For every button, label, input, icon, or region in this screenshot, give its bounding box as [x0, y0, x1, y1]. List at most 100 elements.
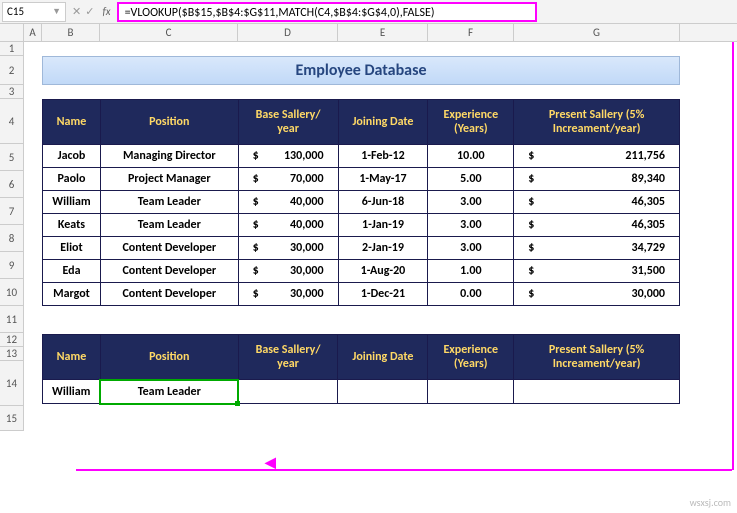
row-header[interactable]: 3 [0, 85, 23, 99]
cell-experience[interactable]: 3.00 [428, 237, 514, 260]
name-box-value: C15 [7, 5, 24, 18]
table-row: KeatsTeam Leader$40,0001-Jan-193.00$46,3… [43, 214, 680, 237]
cell-base-salary[interactable]: $40,000 [238, 191, 338, 214]
cell-present-salary[interactable]: $46,305 [514, 214, 680, 237]
row-header[interactable]: 12 [0, 333, 23, 347]
lookup-name-cell[interactable]: William [43, 380, 101, 404]
cell-present-salary[interactable]: $34,729 [514, 237, 680, 260]
lookup-table: Name Position Base Sallery/ year Joining… [42, 334, 680, 405]
empty-cell[interactable] [428, 380, 514, 404]
name-box[interactable]: C15 ▼ [2, 2, 66, 22]
row-header[interactable]: 9 [0, 252, 23, 279]
row-header[interactable]: 8 [0, 225, 23, 252]
th-experience[interactable]: Experience (Years) [428, 100, 514, 145]
accept-icon[interactable]: ✓ [85, 5, 94, 18]
col-header[interactable]: C [100, 24, 238, 41]
cell-joining-date[interactable]: 1-Feb-12 [338, 145, 428, 168]
select-all-corner[interactable] [0, 24, 24, 41]
th-name[interactable]: Name [43, 100, 101, 145]
row-header[interactable]: 14 [0, 361, 23, 406]
cell-name[interactable]: Keats [43, 214, 101, 237]
th-name[interactable]: Name [43, 335, 101, 380]
cell-base-salary[interactable]: $30,000 [238, 283, 338, 306]
fill-handle[interactable] [235, 401, 240, 406]
table-row: JacobManaging Director$130,0001-Feb-1210… [43, 145, 680, 168]
cell-experience[interactable]: 3.00 [428, 191, 514, 214]
row-header[interactable]: 1 [0, 42, 23, 56]
th-present-salary[interactable]: Present Sallery (5% Increament/year) [514, 335, 680, 380]
cell-position[interactable]: Team Leader [100, 191, 238, 214]
cell-position[interactable]: Managing Director [100, 145, 238, 168]
empty-cell[interactable] [238, 380, 338, 404]
cell-name[interactable]: Paolo [43, 168, 101, 191]
cell-position[interactable]: Content Developer [100, 237, 238, 260]
row-header[interactable]: 5 [0, 144, 23, 171]
row-header[interactable]: 10 [0, 279, 23, 306]
cell-present-salary[interactable]: $89,340 [514, 168, 680, 191]
th-base-salary[interactable]: Base Sallery/ year [238, 335, 338, 380]
cell-name[interactable]: William [43, 191, 101, 214]
table-row: WilliamTeam Leader$40,0006-Jun-183.00$46… [43, 191, 680, 214]
th-position[interactable]: Position [100, 100, 238, 145]
fx-label[interactable]: fx [98, 5, 114, 18]
th-joining-date[interactable]: Joining Date [338, 100, 428, 145]
cell-joining-date[interactable]: 6-Jun-18 [338, 191, 428, 214]
table-row: William Team Leader [43, 380, 680, 404]
lookup-position-value: Team Leader [138, 385, 201, 399]
empty-cell[interactable] [514, 380, 680, 404]
cell-joining-date[interactable]: 1-May-17 [338, 168, 428, 191]
row-header[interactable]: 6 [0, 171, 23, 198]
col-header[interactable]: E [338, 24, 428, 41]
row-header[interactable]: 15 [0, 406, 23, 431]
cell-position[interactable]: Content Developer [100, 283, 238, 306]
cell-position[interactable]: Project Manager [100, 168, 238, 191]
table-row: PaoloProject Manager$70,0001-May-175.00$… [43, 168, 680, 191]
cell-experience[interactable]: 3.00 [428, 214, 514, 237]
th-experience[interactable]: Experience (Years) [428, 335, 514, 380]
cell-joining-date[interactable]: 1-Aug-20 [338, 260, 428, 283]
cell-name[interactable]: Eda [43, 260, 101, 283]
th-joining-date[interactable]: Joining Date [338, 335, 428, 380]
cell-joining-date[interactable]: 1-Jan-19 [338, 214, 428, 237]
row-header[interactable]: 2 [0, 56, 23, 85]
cell-base-salary[interactable]: $30,000 [238, 237, 338, 260]
cell-experience[interactable]: 1.00 [428, 260, 514, 283]
cell-experience[interactable]: 0.00 [428, 283, 514, 306]
cell-present-salary[interactable]: $46,305 [514, 191, 680, 214]
cell-present-salary[interactable]: $211,756 [514, 145, 680, 168]
cell-position[interactable]: Team Leader [100, 214, 238, 237]
row-header[interactable]: 4 [0, 99, 23, 144]
cell-experience[interactable]: 10.00 [428, 145, 514, 168]
th-present-salary[interactable]: Present Sallery (5% Increament/year) [514, 100, 680, 145]
cell-base-salary[interactable]: $30,000 [238, 260, 338, 283]
col-header[interactable]: D [238, 24, 338, 41]
cell-joining-date[interactable]: 1-Dec-21 [338, 283, 428, 306]
col-header[interactable]: B [42, 24, 100, 41]
row-header[interactable]: 13 [0, 347, 23, 361]
th-position[interactable]: Position [100, 335, 238, 380]
cancel-icon[interactable]: ✕ [72, 5, 81, 18]
row-header[interactable]: 7 [0, 198, 23, 225]
cell-name[interactable]: Eliot [43, 237, 101, 260]
empty-cell[interactable] [338, 380, 428, 404]
cell-present-salary[interactable]: $31,500 [514, 260, 680, 283]
col-header[interactable]: A [24, 24, 42, 41]
cell-name[interactable]: Jacob [43, 145, 101, 168]
cell-position[interactable]: Content Developer [100, 260, 238, 283]
active-cell[interactable]: Team Leader [100, 380, 238, 404]
cell-name[interactable]: Margot [43, 283, 101, 306]
cell-base-salary[interactable]: $70,000 [238, 168, 338, 191]
chevron-down-icon[interactable]: ▼ [52, 6, 61, 17]
cell-joining-date[interactable]: 2-Jan-19 [338, 237, 428, 260]
cell-present-salary[interactable]: $30,000 [514, 283, 680, 306]
row-header[interactable]: 11 [0, 306, 23, 333]
formula-input[interactable]: =VLOOKUP($B$15,$B$4:$G$11,MATCH(C4,$B$4:… [117, 2, 537, 22]
formula-buttons: ✕ ✓ [68, 5, 98, 18]
col-header[interactable]: F [428, 24, 514, 41]
th-base-salary[interactable]: Base Sallery/ year [238, 100, 338, 145]
cell-base-salary[interactable]: $40,000 [238, 214, 338, 237]
cell-experience[interactable]: 5.00 [428, 168, 514, 191]
col-header[interactable]: G [514, 24, 680, 41]
cell-base-salary[interactable]: $130,000 [238, 145, 338, 168]
spreadsheet-grid: A B C D E F G 1 2 3 4 5 6 7 8 9 10 11 12… [0, 24, 737, 431]
